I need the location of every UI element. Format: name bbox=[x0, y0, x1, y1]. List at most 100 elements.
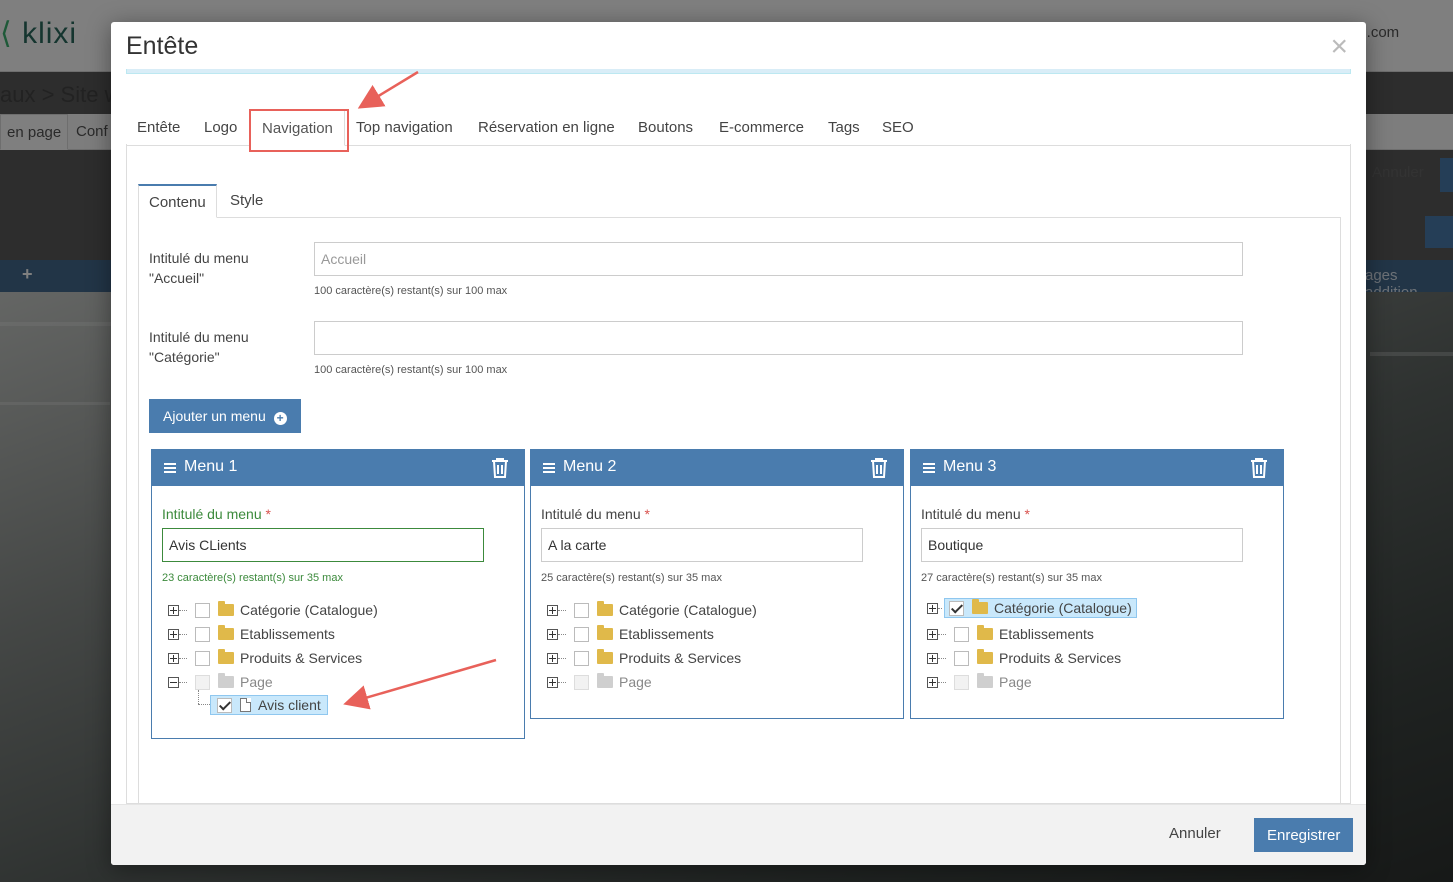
expand-icon[interactable] bbox=[927, 676, 938, 688]
expand-icon[interactable] bbox=[927, 628, 938, 640]
node-checkbox[interactable] bbox=[954, 650, 969, 666]
node-checkbox[interactable] bbox=[954, 626, 969, 642]
main-tabs: Entête Logo Navigation Top navigation Ré… bbox=[126, 110, 1351, 146]
tab-top-navigation[interactable]: Top navigation bbox=[345, 110, 464, 146]
folder-icon bbox=[977, 673, 993, 688]
node-label[interactable]: Produits & Services bbox=[619, 650, 741, 666]
node-checkbox[interactable] bbox=[195, 602, 210, 618]
node-checkbox[interactable] bbox=[574, 602, 589, 618]
node-checkbox-checked[interactable] bbox=[949, 600, 964, 616]
tab-boutons[interactable]: Boutons bbox=[627, 110, 704, 146]
node-checkbox bbox=[954, 674, 969, 690]
folder-icon bbox=[218, 649, 234, 664]
menu-title-input[interactable] bbox=[162, 528, 484, 562]
node-checkbox[interactable] bbox=[574, 626, 589, 642]
node-label[interactable]: Produits & Services bbox=[240, 650, 362, 666]
menu-field-label: Intitulé du menu * bbox=[162, 506, 271, 522]
tab-logo[interactable]: Logo bbox=[193, 110, 248, 146]
expand-icon[interactable] bbox=[927, 652, 938, 664]
folder-icon bbox=[597, 649, 613, 664]
tab-reservation[interactable]: Réservation en ligne bbox=[467, 110, 626, 146]
node-label[interactable]: Page bbox=[240, 674, 273, 690]
trash-icon[interactable] bbox=[490, 457, 510, 484]
tree-node-produits: Produits & Services bbox=[927, 647, 1121, 669]
node-checkbox bbox=[574, 674, 589, 690]
node-label[interactable]: Catégorie (Catalogue) bbox=[240, 602, 378, 618]
categorie-label: Intitulé du menu "Catégorie" bbox=[149, 329, 249, 365]
node-label[interactable]: Page bbox=[619, 674, 652, 690]
node-label[interactable]: Produits & Services bbox=[999, 650, 1121, 666]
menu-help: 27 caractère(s) restant(s) sur 35 max bbox=[921, 572, 1102, 584]
menu-panel-3: Menu 3 Intitulé du menu * 27 caractère(s… bbox=[910, 449, 1284, 719]
node-label[interactable]: Catégorie (Catalogue) bbox=[619, 602, 757, 618]
tree-node-categorie: Catégorie (Catalogue) bbox=[168, 599, 378, 621]
trash-icon[interactable] bbox=[1249, 457, 1269, 484]
menu-panel-1: Menu 1 Intitulé du menu * 23 caractère(s… bbox=[151, 449, 525, 739]
close-icon[interactable]: × bbox=[1330, 32, 1348, 62]
menu-title: Menu 2 bbox=[563, 458, 617, 475]
menu-title: Menu 3 bbox=[943, 458, 997, 475]
drag-handle-icon[interactable] bbox=[164, 463, 176, 475]
expand-icon[interactable] bbox=[547, 676, 558, 688]
info-alert bbox=[126, 69, 1351, 74]
node-label[interactable]: Etablissements bbox=[619, 626, 714, 642]
add-menu-button[interactable]: Ajouter un menu + bbox=[149, 399, 301, 433]
tab-tags[interactable]: Tags bbox=[817, 110, 871, 146]
tab-entete[interactable]: Entête bbox=[126, 110, 191, 146]
node-checkbox-checked[interactable] bbox=[217, 697, 232, 713]
menu-title-input[interactable] bbox=[921, 528, 1243, 562]
menu-header: Menu 3 bbox=[911, 450, 1283, 486]
node-checkbox[interactable] bbox=[574, 650, 589, 666]
menu-title-input[interactable] bbox=[541, 528, 863, 562]
tree-node-categorie: Catégorie (Catalogue) bbox=[547, 599, 757, 621]
tree-node-produits: Produits & Services bbox=[168, 647, 362, 669]
node-label[interactable]: Catégorie (Catalogue) bbox=[994, 600, 1134, 616]
node-label[interactable]: Etablissements bbox=[999, 626, 1094, 642]
plus-circle-icon: + bbox=[273, 412, 287, 425]
expand-icon[interactable] bbox=[168, 604, 179, 616]
sub-tabs: Contenu Style bbox=[138, 184, 1341, 218]
categorie-input[interactable] bbox=[314, 321, 1243, 355]
selected-node[interactable]: Avis client bbox=[210, 695, 328, 715]
document-icon bbox=[240, 698, 251, 712]
cancel-button[interactable]: Annuler bbox=[1169, 825, 1221, 842]
trash-icon[interactable] bbox=[869, 457, 889, 484]
collapse-icon[interactable] bbox=[168, 676, 179, 688]
modal-footer: Annuler Enregistrer bbox=[111, 804, 1366, 865]
accueil-help: 100 caractère(s) restant(s) sur 100 max bbox=[314, 285, 508, 297]
tab-ecommerce[interactable]: E-commerce bbox=[708, 110, 815, 146]
expand-icon[interactable] bbox=[168, 628, 179, 640]
tab-navigation[interactable]: Navigation bbox=[250, 110, 345, 146]
menu-field-label: Intitulé du menu * bbox=[921, 506, 1030, 522]
selected-node[interactable]: Catégorie (Catalogue) bbox=[944, 598, 1137, 618]
tree-node-produits: Produits & Services bbox=[547, 647, 741, 669]
expand-icon[interactable] bbox=[547, 628, 558, 640]
tree-node-avis-client: Avis client bbox=[210, 694, 328, 716]
folder-icon bbox=[972, 599, 988, 614]
tree-node-page: Page bbox=[927, 671, 1032, 693]
folder-icon bbox=[977, 649, 993, 664]
menu-help: 23 caractère(s) restant(s) sur 35 max bbox=[162, 572, 343, 584]
expand-icon[interactable] bbox=[168, 652, 179, 664]
node-label[interactable]: Page bbox=[999, 674, 1032, 690]
menu-header: Menu 2 bbox=[531, 450, 903, 486]
save-button[interactable]: Enregistrer bbox=[1254, 818, 1354, 852]
drag-handle-icon[interactable] bbox=[923, 463, 935, 475]
contenu-pane: Intitulé du menu "Accueil" 100 caractère… bbox=[138, 217, 1341, 817]
expand-icon[interactable] bbox=[547, 604, 558, 616]
node-label[interactable]: Avis client bbox=[258, 697, 325, 713]
expand-icon[interactable] bbox=[927, 602, 938, 614]
folder-icon bbox=[218, 601, 234, 616]
subtab-style[interactable]: Style bbox=[220, 184, 273, 218]
subtab-contenu[interactable]: Contenu bbox=[138, 184, 217, 218]
node-checkbox[interactable] bbox=[195, 626, 210, 642]
node-checkbox bbox=[195, 674, 210, 690]
expand-icon[interactable] bbox=[547, 652, 558, 664]
tree-node-etablissements: Etablissements bbox=[547, 623, 714, 645]
folder-icon bbox=[597, 625, 613, 640]
drag-handle-icon[interactable] bbox=[543, 463, 555, 475]
node-label[interactable]: Etablissements bbox=[240, 626, 335, 642]
tab-seo[interactable]: SEO bbox=[871, 110, 925, 146]
node-checkbox[interactable] bbox=[195, 650, 210, 666]
accueil-input[interactable] bbox=[314, 242, 1243, 276]
